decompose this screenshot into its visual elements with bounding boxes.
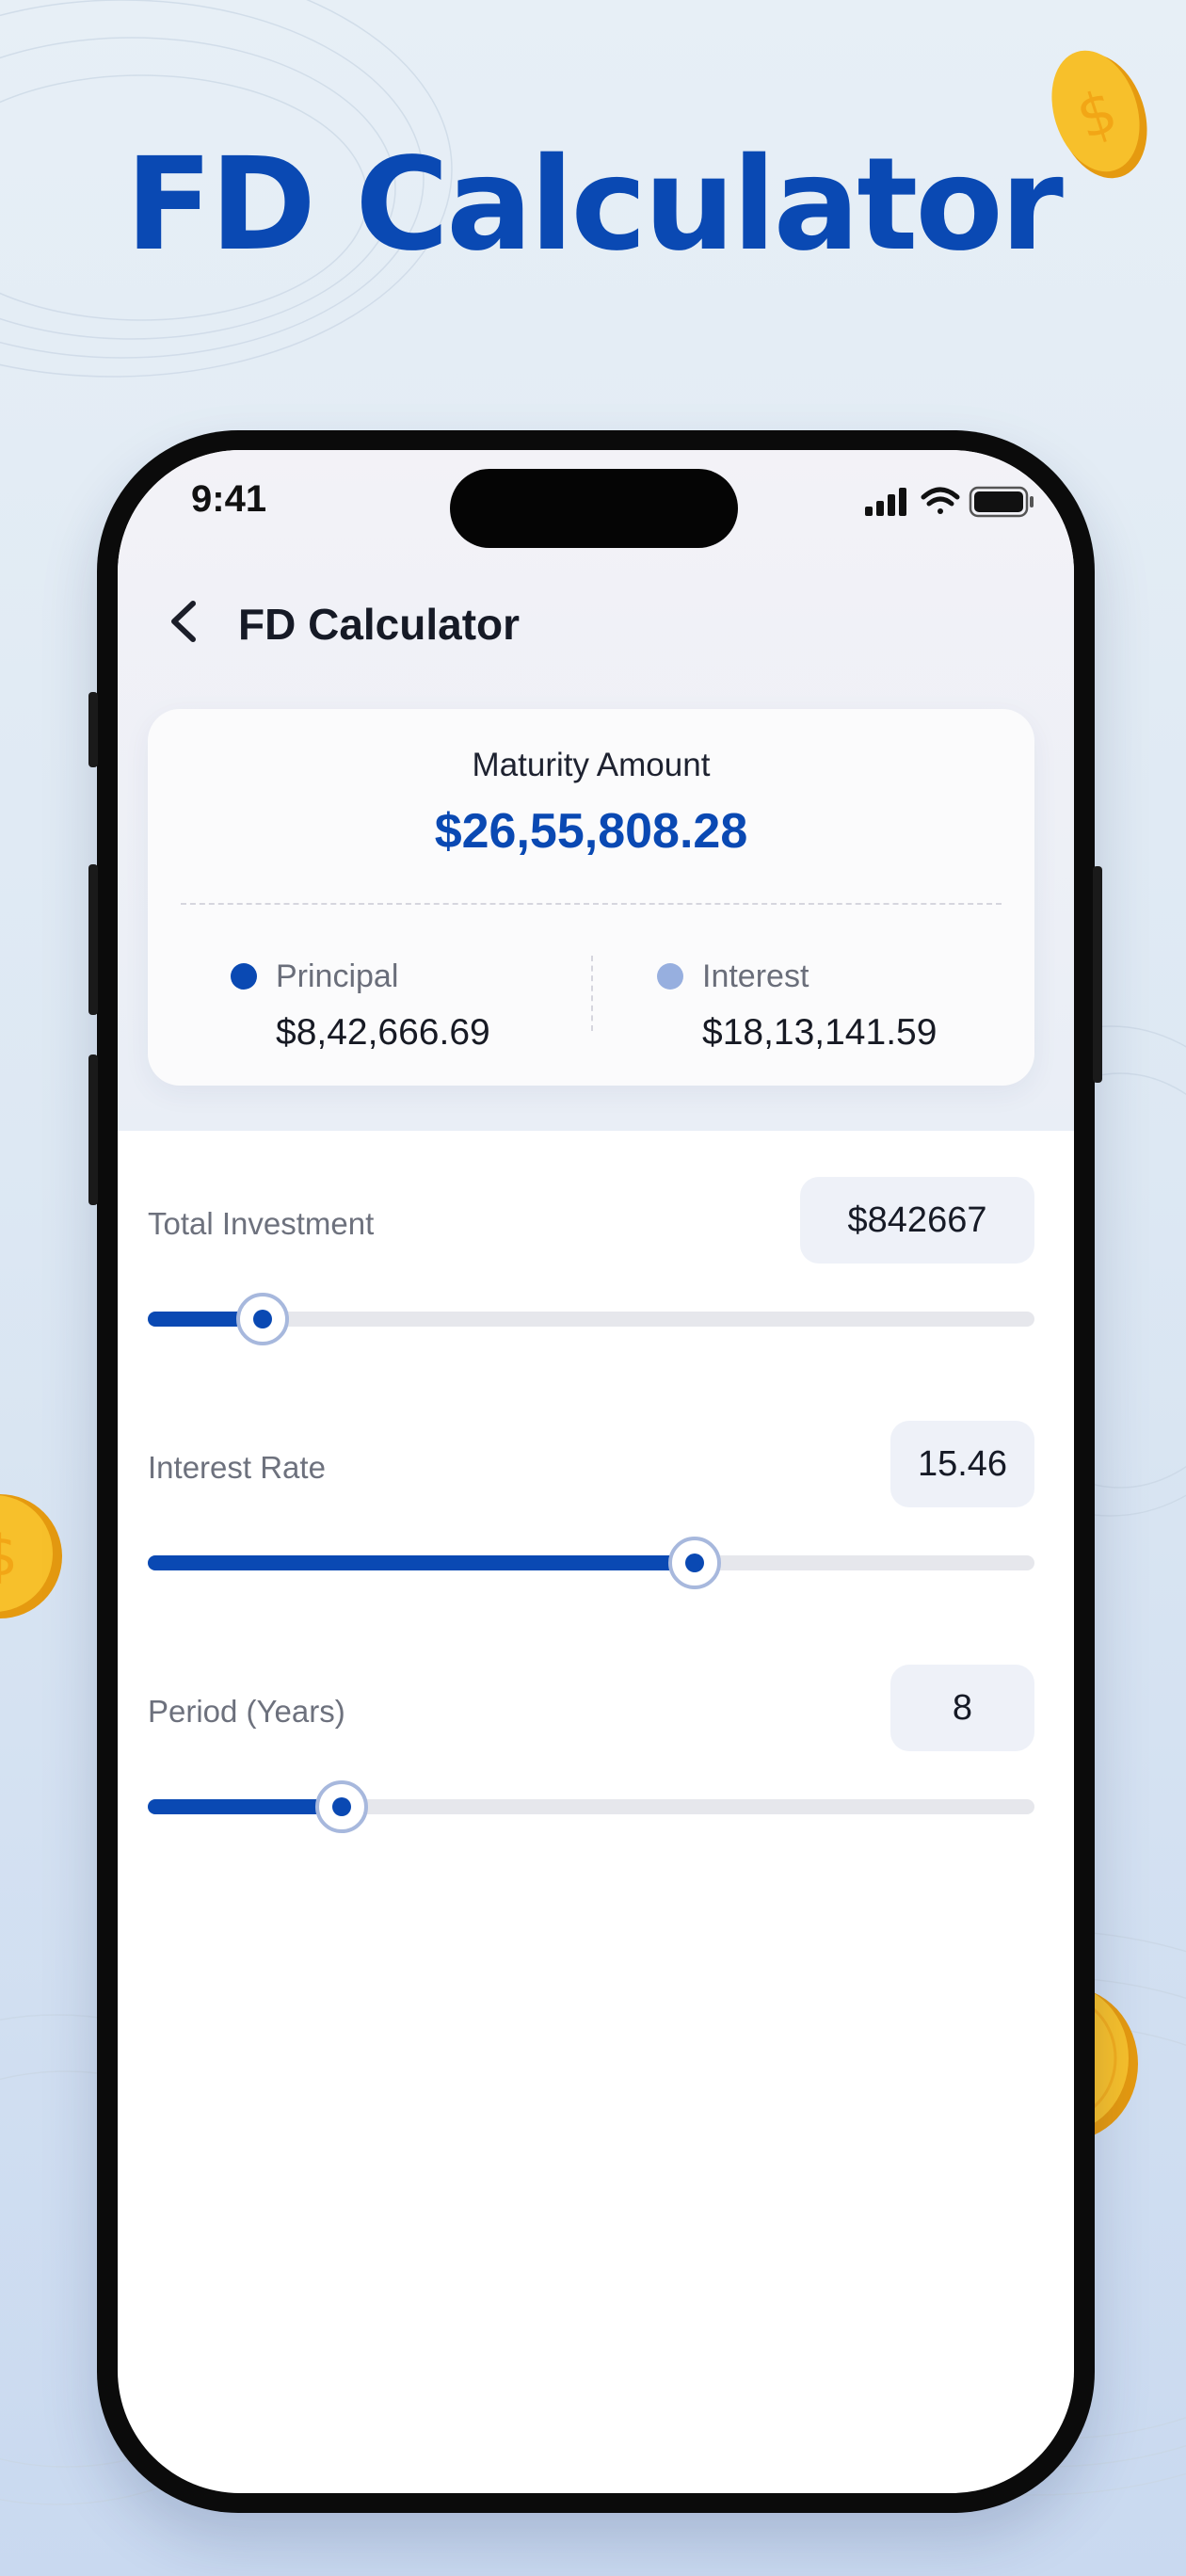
interest-label: Interest — [702, 958, 809, 994]
slider-thumb[interactable] — [668, 1537, 722, 1589]
power-button — [1093, 866, 1102, 1083]
status-icons — [865, 486, 1034, 518]
volume-down-button — [88, 1055, 98, 1205]
action-button — [88, 692, 98, 767]
interest-rate-slider[interactable] — [148, 1537, 1034, 1589]
svg-text:$: $ — [0, 1523, 18, 1589]
total-investment-input[interactable]: $842667 — [800, 1177, 1034, 1264]
dynamic-island — [450, 469, 738, 548]
interest-rate-input[interactable]: 15.46 — [890, 1421, 1034, 1507]
interest-legend-dot — [657, 963, 683, 990]
principal-value: $8,42,666.69 — [276, 1012, 490, 1053]
battery-icon — [969, 486, 1034, 518]
maturity-amount-label: Maturity Amount — [472, 747, 711, 783]
interest-value: $18,13,141.59 — [702, 1012, 938, 1053]
total-investment-label: Total Investment — [148, 1206, 375, 1241]
volume-up-button — [88, 864, 98, 1015]
status-time: 9:41 — [191, 478, 267, 520]
period-years-label: Period (Years) — [148, 1694, 345, 1729]
page-title: FD Calculator — [238, 600, 521, 649]
principal-label: Principal — [276, 958, 399, 994]
interest-rate-label: Interest Rate — [148, 1450, 326, 1485]
principal-legend-dot — [231, 963, 257, 990]
card-divider — [181, 903, 1002, 905]
slider-thumb[interactable] — [236, 1293, 290, 1345]
slider-fill — [148, 1799, 343, 1814]
period-years-slider[interactable] — [148, 1780, 1034, 1833]
signal-icon — [865, 488, 906, 516]
wifi-icon — [921, 487, 960, 514]
maturity-amount-value: $26,55,808.28 — [434, 804, 748, 859]
slider-thumb[interactable] — [315, 1780, 369, 1833]
chevron-left-icon[interactable] — [155, 588, 212, 654]
slider-fill — [148, 1555, 696, 1570]
promo-headline: FD Calculator — [125, 131, 1064, 280]
coin-icon: $ — [0, 1494, 62, 1618]
maturity-summary-card: Maturity Amount $26,55,808.28 Principal … — [148, 709, 1034, 1086]
card-vertical-divider — [591, 956, 593, 1031]
period-years-input[interactable]: 8 — [890, 1665, 1034, 1751]
app-screen: 9:41 FD Calculator Maturity Amount $26,5… — [118, 450, 1074, 2493]
total-investment-slider[interactable] — [148, 1293, 1034, 1345]
coin-icon: $ — [1051, 50, 1147, 179]
